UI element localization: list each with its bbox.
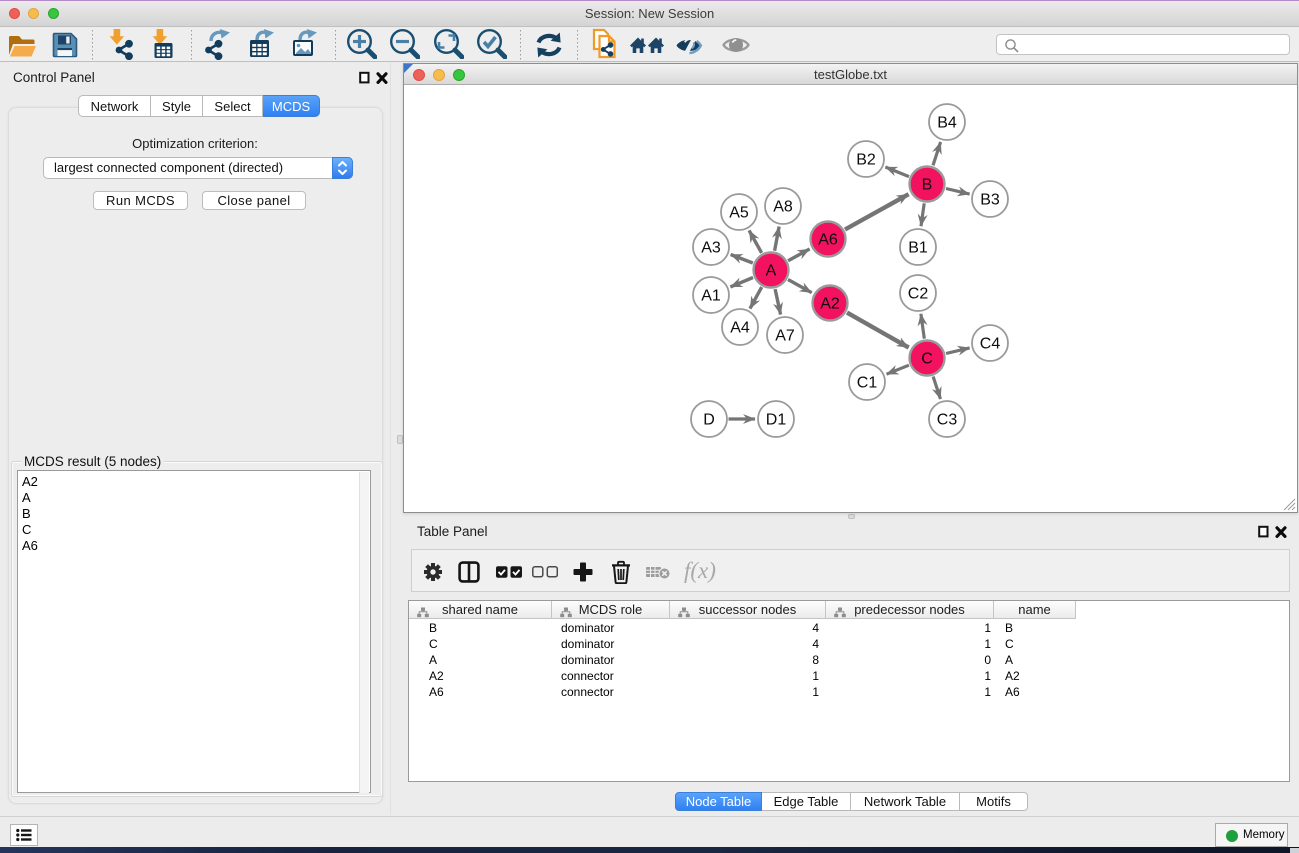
svg-text:A: A xyxy=(766,263,777,280)
svg-text:A1: A1 xyxy=(701,288,721,305)
svg-text:B1: B1 xyxy=(908,240,928,257)
svg-text:C2: C2 xyxy=(908,286,929,303)
svg-text:B2: B2 xyxy=(856,152,876,169)
svg-text:D1: D1 xyxy=(766,412,787,429)
svg-text:A2: A2 xyxy=(820,296,840,313)
svg-text:B3: B3 xyxy=(980,192,1000,209)
svg-text:C3: C3 xyxy=(937,412,958,429)
svg-text:C1: C1 xyxy=(857,375,878,392)
svg-text:B: B xyxy=(922,177,933,194)
svg-text:A4: A4 xyxy=(730,320,750,337)
svg-text:C4: C4 xyxy=(980,336,1001,353)
svg-text:B4: B4 xyxy=(937,115,957,132)
svg-text:A6: A6 xyxy=(818,232,838,249)
svg-text:C: C xyxy=(921,351,933,368)
svg-text:A3: A3 xyxy=(701,240,721,257)
svg-text:A5: A5 xyxy=(729,205,749,222)
svg-text:A7: A7 xyxy=(775,328,795,345)
svg-text:A8: A8 xyxy=(773,199,793,216)
svg-text:D: D xyxy=(703,412,715,429)
